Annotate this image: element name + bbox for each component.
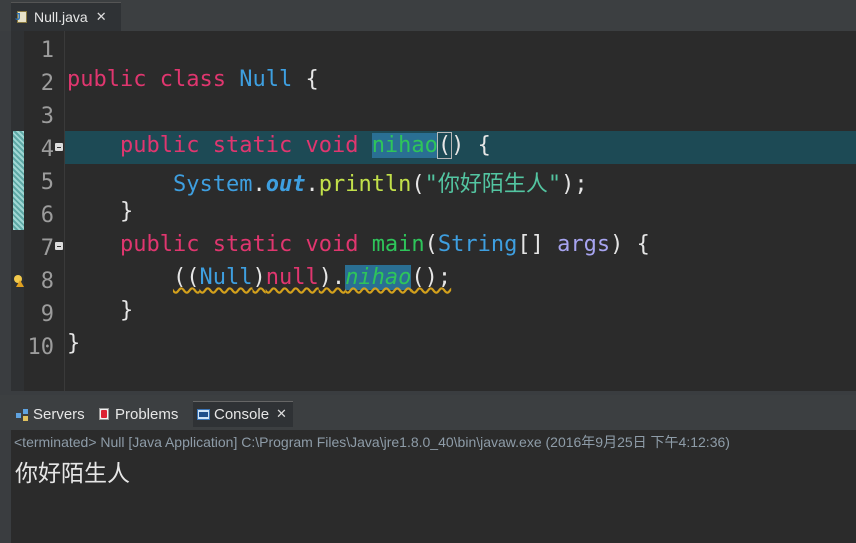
keyword: null [265, 265, 319, 290]
gutter-divider [64, 31, 65, 391]
console-view[interactable]: <terminated> Null [Java Application] C:\… [11, 430, 856, 543]
code-text: [] [517, 232, 558, 257]
close-icon[interactable]: ✕ [276, 407, 287, 422]
line-number: 7 [40, 236, 54, 261]
static-field: out [265, 172, 306, 197]
keyword: public [67, 67, 147, 92]
method-name-occurrence: nihao [371, 133, 438, 158]
line-number: 3 [40, 104, 54, 129]
fold-collapse-icon[interactable] [55, 143, 63, 151]
class-name: Null [239, 67, 293, 92]
tab-problems[interactable]: Problems [98, 401, 178, 427]
class-name: String [437, 232, 518, 257]
code-text: ) { [610, 232, 650, 257]
problems-icon [98, 407, 111, 421]
method-call-occurrence: nihao [345, 265, 412, 290]
code-text: ). [318, 265, 346, 290]
code-line: } [67, 199, 134, 224]
keyword: public [119, 232, 200, 257]
method-name: main [371, 232, 425, 257]
view-tab-bar: Servers Problems Console ✕ [0, 395, 856, 430]
editor-tab-bar: J Null.java ✕ [0, 0, 856, 31]
console-icon [197, 408, 210, 421]
class-name: System [172, 172, 253, 197]
code-text: ( [424, 232, 438, 257]
code-line: ((Null)null).nihao(); [67, 265, 451, 298]
code-text: { [292, 67, 319, 92]
line-number: 10 [27, 335, 55, 360]
matching-paren: ( [436, 132, 453, 159]
parameter: args [557, 232, 611, 257]
keyword: void [305, 133, 359, 158]
code-text: . [252, 172, 266, 197]
editor-tab-null-java[interactable]: J Null.java ✕ [11, 2, 121, 31]
code-editor[interactable]: 1 2 3 4 5 6 7 8 9 10 public class Null {… [11, 31, 856, 391]
code-text: ) [451, 133, 465, 158]
line-number: 9 [40, 302, 54, 327]
line-number: 6 [40, 203, 54, 228]
line-number: 5 [40, 170, 54, 195]
servers-icon [16, 408, 29, 421]
keyword: static [212, 232, 293, 257]
line-number: 4 [40, 137, 54, 162]
editor-tab-title: Null.java [34, 9, 88, 25]
tab-servers[interactable]: Servers [16, 401, 85, 427]
code-line: System.out.println("你好陌生人"); [67, 166, 588, 199]
code-text: { [464, 133, 491, 158]
code-line: public class Null { [67, 67, 319, 100]
keyword: void [305, 232, 359, 257]
tab-label: Servers [33, 405, 85, 423]
warning-squiggle: ((Null)null).nihao(); [173, 265, 451, 290]
tab-label: Console [214, 406, 270, 423]
console-status: <terminated> Null [Java Application] C:\… [14, 434, 730, 450]
code-line: } [67, 331, 81, 356]
fold-collapse-icon[interactable] [55, 242, 63, 250]
code-line: } [67, 298, 134, 323]
code-text: ); [561, 172, 588, 197]
keyword: public [119, 133, 200, 158]
code-text: ( [411, 172, 425, 197]
line-number-gutter: 1 2 3 4 5 6 7 8 9 10 [24, 31, 64, 391]
method-call: println [318, 172, 412, 197]
java-file-icon: J [15, 10, 29, 24]
close-icon[interactable]: ✕ [96, 10, 107, 25]
code-text: (); [411, 265, 452, 290]
line-number: 2 [40, 71, 54, 96]
code-text: . [305, 172, 319, 197]
keyword: static [212, 133, 293, 158]
code-text: ) [252, 265, 266, 290]
string-literal: "你好陌生人" [424, 172, 562, 197]
console-output: 你好陌生人 [15, 461, 130, 487]
code-text: (( [172, 265, 200, 290]
tab-label: Problems [115, 405, 179, 423]
code-line: public static void main(String[] args) { [67, 232, 650, 265]
tab-console[interactable]: Console ✕ [193, 401, 293, 427]
keyword: class [159, 67, 226, 92]
line-number: 1 [40, 38, 54, 63]
code-line: public static void nihao() { [67, 132, 491, 166]
class-name: Null [199, 265, 253, 290]
warning-lightbulb-icon[interactable] [13, 275, 24, 287]
